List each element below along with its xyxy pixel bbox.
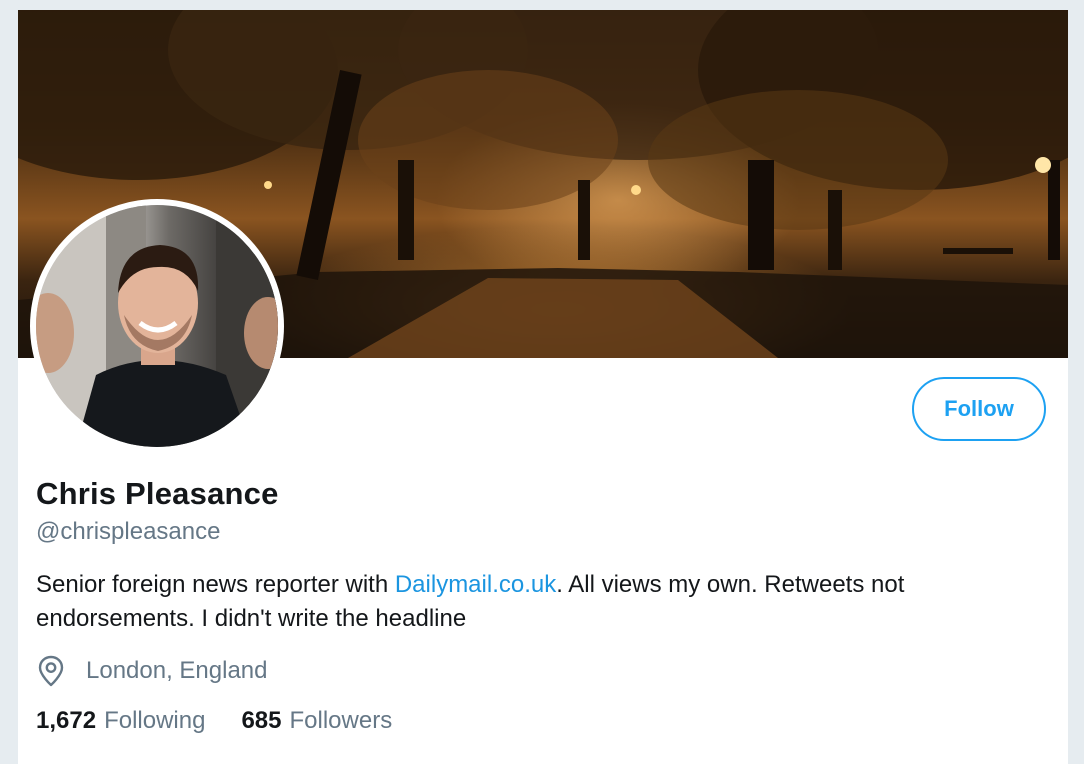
following-count: 1,672: [36, 707, 97, 734]
profile-display-name[interactable]: Chris Pleasance: [36, 476, 279, 512]
profile-location: London, England: [36, 655, 268, 687]
avatar[interactable]: [36, 205, 278, 447]
followers-stat-link[interactable]: 685 Followers: [241, 707, 392, 735]
follow-button[interactable]: Follow: [912, 377, 1046, 441]
location-pin-icon: [36, 655, 66, 687]
following-label: Following: [104, 707, 206, 734]
profile-bio: Senior foreign news reporter with Dailym…: [36, 568, 1036, 636]
profile-card: Follow Chris Pleasance @chrispleasance S…: [18, 10, 1068, 764]
bio-link-dailymail[interactable]: Dailymail.co.uk: [395, 571, 556, 598]
bio-text-start: Senior foreign news reporter with: [36, 571, 395, 598]
profile-avatar-ring[interactable]: [30, 199, 284, 453]
followers-label: Followers: [289, 707, 393, 734]
following-stat-link[interactable]: 1,672 Following: [36, 707, 205, 735]
followers-count: 685: [241, 707, 282, 734]
profile-handle[interactable]: @chrispleasance: [36, 518, 220, 546]
avatar-photo: [36, 205, 278, 447]
profile-stats: 1,672 Following 685 Followers: [36, 707, 428, 735]
profile-location-text: London, England: [86, 657, 268, 684]
